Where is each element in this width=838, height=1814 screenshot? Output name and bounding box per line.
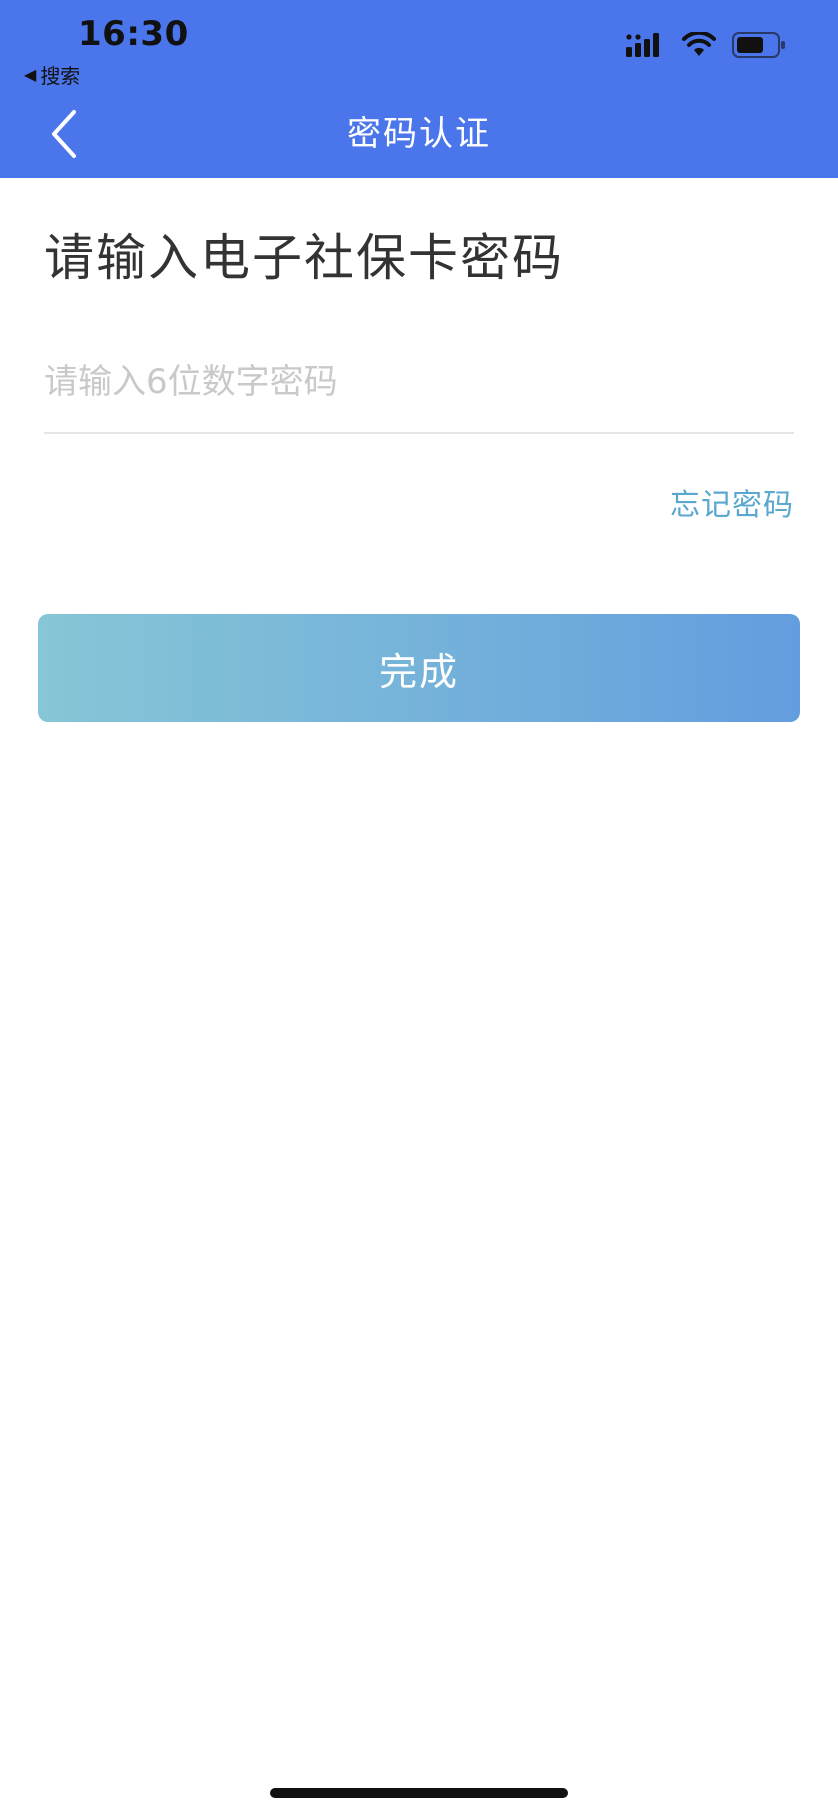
status-time: 16:30 (78, 14, 189, 54)
password-input[interactable] (44, 352, 794, 412)
page-title: 密码认证 (347, 114, 491, 154)
input-underline (44, 432, 794, 434)
home-indicator[interactable] (270, 1788, 568, 1798)
battery-icon (732, 32, 785, 58)
forgot-password-link[interactable]: 忘记密码 (670, 480, 794, 524)
status-back-label: 搜索 (40, 64, 81, 88)
status-icons (626, 32, 786, 58)
cellular-signal-icon (626, 33, 659, 57)
password-auth-screen: 16:30 ◀ 搜索 密码认证 请输入电子社保卡密码 忘记密码 完成 (0, 0, 838, 1814)
header-bar: 16:30 ◀ 搜索 密码认证 (0, 0, 838, 178)
status-back-to-app[interactable]: ◀ 搜索 (24, 60, 80, 89)
back-triangle-icon: ◀ (24, 65, 37, 84)
form-heading: 请输入电子社保卡密码 (44, 229, 564, 287)
wifi-icon (682, 32, 716, 56)
done-button[interactable]: 完成 (38, 614, 800, 722)
